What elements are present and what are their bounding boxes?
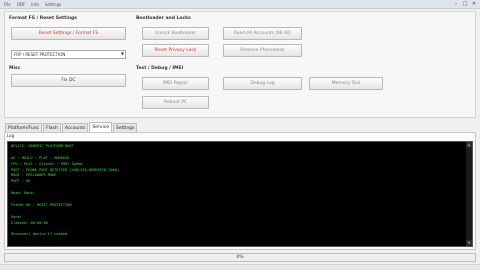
frp-method-select[interactable]: FRP / RESET PROTECTION ▼ (11, 50, 126, 59)
menu-item-odf[interactable]: ODF (17, 2, 26, 7)
log-console[interactable]: DEVICE: GENERIC PLATFORM BOOT OS : BUILD … (7, 141, 473, 247)
progress-label: 0% (236, 255, 244, 260)
scroll-up-icon[interactable]: ▲ (466, 142, 472, 148)
reset-settings-format-fs-button[interactable]: Reset Settings / Format FS (11, 27, 126, 40)
menu-item-settings[interactable]: Settings (45, 2, 61, 7)
tab-flash[interactable]: Flash (43, 123, 61, 132)
tab-settings[interactable]: Settings (112, 123, 138, 132)
fix-dc-button[interactable]: Fix DC (11, 74, 126, 87)
frp-method-value: FRP / RESET PROTECTION (14, 52, 66, 57)
service-tab-panel: Log DEVICE: GENERIC PLATFORM BOOT OS : BU… (4, 132, 476, 250)
maximize-icon[interactable]: □ (462, 1, 468, 7)
console-scrollbar[interactable]: ▲ ▼ (466, 142, 472, 246)
log-line: Reconnect device if needed (11, 232, 68, 237)
reset-privacy-lock-button[interactable]: Reset Privacy Lock (142, 44, 209, 57)
log-lines: DEVICE: GENERIC PLATFORM BOOT OS : BUILD … (11, 144, 469, 238)
read-all-accounts-button[interactable]: Read All Accounts (Mi All) (223, 27, 302, 40)
section-title-bootloader: Bootloader and Locks (136, 16, 191, 21)
operations-panel: Format FS / Reset Settings Reset Setting… (4, 11, 476, 118)
main-tabs: Platform/Func Flash Accounts Service Set… (5, 122, 138, 132)
menu-item-info[interactable]: Info (31, 2, 39, 7)
menu-item-file[interactable]: File (4, 2, 11, 7)
section-title-test: Test / Debug / IMEI (136, 66, 184, 71)
close-icon[interactable]: ✕ (471, 1, 477, 7)
remove-phonebook-button[interactable]: Remove Phonebook (223, 44, 302, 57)
chevron-down-icon: ▼ (120, 51, 124, 56)
tab-service[interactable]: Service (89, 122, 112, 132)
section-title-misc: Misc (9, 66, 21, 71)
menu-bar: File ODF Info Settings – □ ✕ (0, 0, 480, 9)
imei-repair-button[interactable]: IMEI Repair (142, 77, 209, 90)
tab-platform[interactable]: Platform/Func (5, 123, 43, 132)
debug-log-button[interactable]: Debug Log (223, 77, 302, 90)
tab-accounts[interactable]: Accounts (61, 123, 89, 132)
memory-tool-button[interactable]: Memory Tool (309, 77, 383, 90)
window-controls: – □ ✕ (453, 1, 477, 7)
status-bar (0, 264, 480, 270)
section-title-format: Format FS / Reset Settings (9, 16, 77, 21)
unlock-bootloader-button[interactable]: Unlock Bootloader (142, 27, 209, 40)
reboot-pc-button[interactable]: Reboot PC (142, 96, 209, 109)
scroll-down-icon[interactable]: ▼ (466, 240, 472, 246)
progress-bar: 0% (4, 253, 476, 262)
log-label: Log (7, 133, 15, 138)
minimize-icon[interactable]: – (453, 1, 459, 7)
